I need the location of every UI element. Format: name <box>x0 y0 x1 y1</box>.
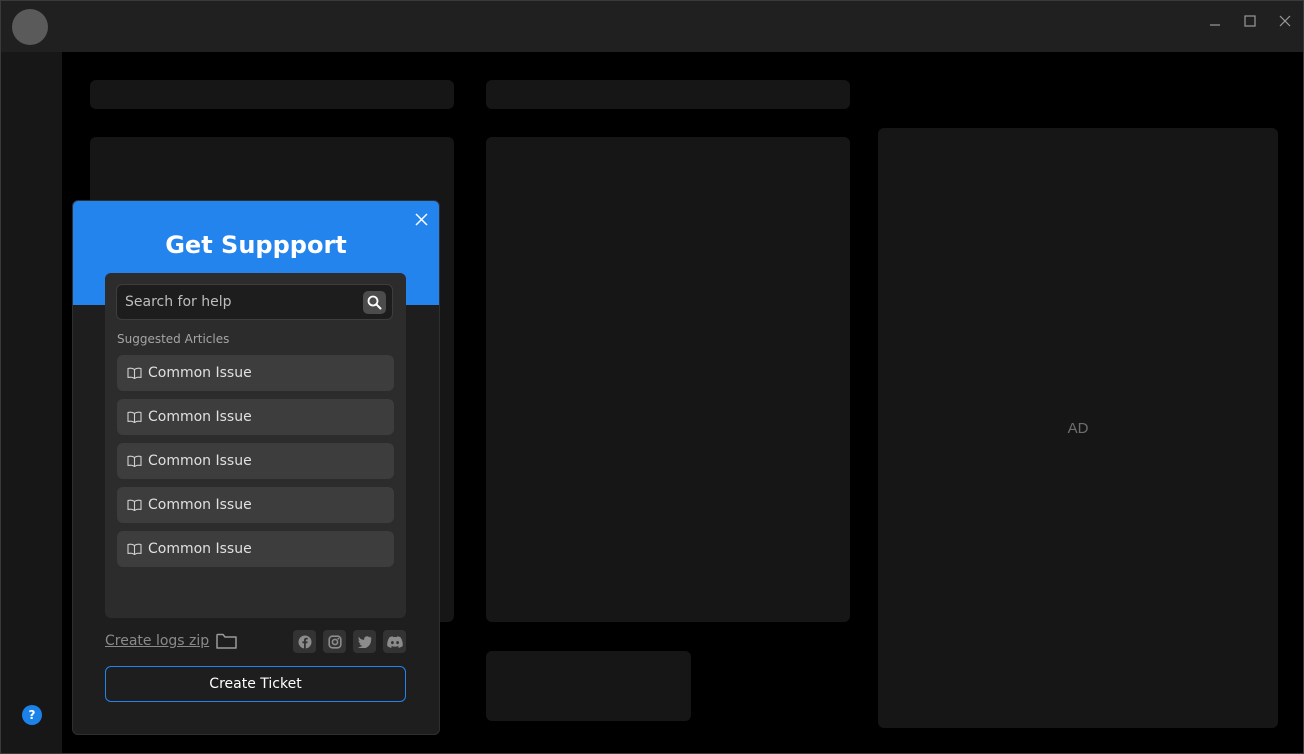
search-icon <box>367 295 382 310</box>
ad-label: AD <box>1067 419 1089 437</box>
instagram-icon <box>327 634 342 649</box>
search-panel: Suggested Articles Common Issue Common I… <box>105 273 406 618</box>
close-icon <box>1279 15 1291 27</box>
help-button[interactable]: ? <box>22 705 42 725</box>
maximize-button[interactable] <box>1240 11 1260 31</box>
book-icon <box>126 365 142 381</box>
article-item[interactable]: Common Issue <box>117 355 394 391</box>
modal-close-button[interactable] <box>411 209 431 229</box>
discord-button[interactable] <box>383 630 406 653</box>
book-icon <box>126 453 142 469</box>
close-icon <box>414 212 428 226</box>
article-label: Common Issue <box>148 409 252 425</box>
folder-icon[interactable] <box>215 631 237 651</box>
article-item[interactable]: Common Issue <box>117 531 394 567</box>
article-item[interactable]: Common Issue <box>117 443 394 479</box>
close-window-button[interactable] <box>1275 11 1295 31</box>
article-label: Common Issue <box>148 497 252 513</box>
minimize-button[interactable] <box>1205 11 1225 31</box>
search-box <box>116 284 393 320</box>
app-window: AD ? Get Suppport Suggested Articles Com… <box>0 0 1304 754</box>
ad-banner[interactable]: AD <box>878 128 1278 728</box>
book-icon <box>126 497 142 513</box>
article-item[interactable]: Common Issue <box>117 399 394 435</box>
create-logs-link[interactable]: Create logs zip <box>105 633 209 649</box>
modal-title: Get Suppport <box>165 231 347 259</box>
create-ticket-button[interactable]: Create Ticket <box>105 666 406 702</box>
search-input[interactable] <box>125 285 355 319</box>
modal-footer: Create logs zip <box>105 629 406 655</box>
help-icon: ? <box>28 708 36 722</box>
article-label: Common Issue <box>148 365 252 381</box>
placeholder-bar-middle <box>486 80 850 109</box>
facebook-button[interactable] <box>293 630 316 653</box>
article-item[interactable]: Common Issue <box>117 487 394 523</box>
suggested-articles-label: Suggested Articles <box>117 332 230 346</box>
twitter-icon <box>357 635 371 648</box>
maximize-icon <box>1244 15 1256 27</box>
article-label: Common Issue <box>148 453 252 469</box>
placeholder-card-small <box>486 651 691 721</box>
placeholder-bar-left <box>90 80 454 109</box>
sidebar <box>1 52 62 753</box>
placeholder-card-middle <box>486 137 850 622</box>
instagram-button[interactable] <box>323 630 346 653</box>
book-icon <box>126 409 142 425</box>
avatar[interactable] <box>12 9 48 45</box>
search-button[interactable] <box>363 291 386 314</box>
support-modal: Get Suppport Suggested Articles Common I… <box>72 200 440 735</box>
minimize-icon <box>1210 24 1220 26</box>
article-label: Common Issue <box>148 541 252 557</box>
book-icon <box>126 541 142 557</box>
title-bar <box>1 1 1303 52</box>
facebook-icon <box>298 635 311 648</box>
discord-icon <box>386 635 403 648</box>
twitter-button[interactable] <box>353 630 376 653</box>
